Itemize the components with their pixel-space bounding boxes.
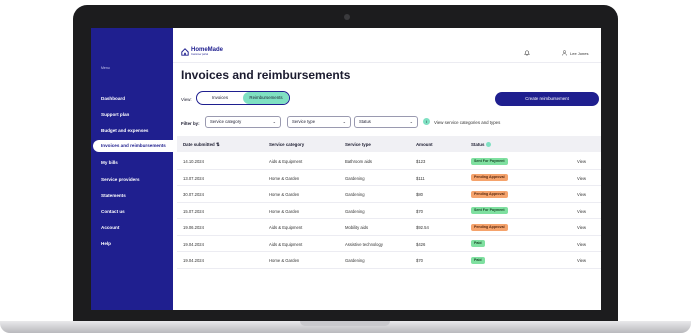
sidebar-item-budget[interactable]: Budget and expenses	[101, 128, 148, 133]
cell-date: 19.04.2024	[183, 258, 204, 263]
sidebar-item-my-bills[interactable]: My bills	[101, 160, 118, 165]
user-icon[interactable]	[562, 50, 567, 56]
header-amount: Amount	[416, 142, 433, 147]
cell-type: Assistive technology	[345, 241, 383, 247]
camera-icon	[344, 14, 350, 20]
sidebar-item-dashboard[interactable]: Dashboard	[101, 96, 125, 101]
row-divider	[177, 218, 601, 219]
row-divider	[177, 234, 601, 236]
toggle-reimbursements[interactable]: Reimbursements	[243, 92, 289, 104]
table-header	[177, 136, 601, 152]
user-name[interactable]: Lee Jones	[570, 51, 588, 56]
cell-category: Home & Garden	[269, 258, 300, 263]
cell-category: Aids & Equipment	[269, 159, 303, 164]
cell-category: Home & Garden	[269, 208, 300, 214]
info-icon[interactable]: i	[423, 118, 430, 125]
cell-amount: $92.54	[416, 225, 429, 230]
sidebar-menu-label: Menu	[101, 66, 110, 70]
cell-date: 19.06.2024	[183, 225, 204, 230]
cell-type: Gardening	[345, 258, 365, 263]
cell-date: 19.04.2024	[183, 241, 204, 247]
cell-category: Aids & Equipment	[269, 225, 303, 230]
cell-type: Gardening	[345, 175, 365, 181]
filter-status-label: Status	[359, 119, 371, 124]
sidebar-item-service-providers[interactable]: Service providers	[101, 177, 140, 182]
cell-amount: $426	[416, 241, 426, 247]
cell-amount: $111	[416, 175, 425, 181]
row-divider	[177, 185, 601, 186]
view-link[interactable]: View	[577, 192, 586, 197]
view-categories-link[interactable]: View service categories and types	[434, 120, 500, 125]
cell-category: Home & Garden	[269, 192, 300, 197]
cell-type: Mobility aids	[345, 225, 369, 230]
cell-date: 30.07.2024	[183, 192, 204, 197]
filter-status[interactable]: Status ⌄	[354, 116, 418, 128]
page-title: Invoices and reimbursements	[181, 68, 351, 82]
status-badge: Paid	[471, 240, 485, 247]
house-icon	[181, 47, 189, 56]
status-badge: Pending Approval	[471, 223, 508, 231]
status-badge: Pending Approval	[471, 174, 508, 181]
filter-label: Filter by:	[181, 121, 200, 126]
view-link[interactable]: View	[577, 242, 586, 247]
cell-amount: $80	[416, 192, 423, 197]
view-link[interactable]: View	[577, 258, 586, 263]
filter-service-category[interactable]: Service category ⌄	[205, 116, 281, 128]
sidebar-item-help[interactable]: Help	[101, 241, 111, 246]
sidebar-item-statements[interactable]: Statements	[101, 193, 126, 198]
view-link[interactable]: View	[577, 209, 586, 214]
row-divider	[177, 267, 601, 269]
laptop-base-notch	[300, 321, 390, 326]
header-service-type: Service type	[345, 142, 371, 147]
logo-subtext: Customer portal	[191, 53, 209, 56]
view-link[interactable]: View	[577, 225, 586, 230]
sidebar-item-invoices[interactable]: Invoices and reimbursements	[101, 143, 166, 148]
sort-icon[interactable]: ⇅	[216, 142, 220, 147]
status-badge: Sent For Payment	[471, 207, 508, 214]
cell-amount: $70	[416, 208, 423, 214]
cell-type: Gardening	[345, 192, 365, 197]
cell-type: Gardening	[345, 208, 365, 214]
cell-date: 13.07.2024	[183, 175, 204, 181]
cell-amount: $70	[416, 258, 423, 263]
cell-date: 15.07.2024	[183, 208, 204, 214]
sidebar-item-contact[interactable]: Contact us	[101, 209, 125, 214]
row-divider	[177, 168, 601, 170]
status-badge: Sent For Payment	[471, 157, 508, 165]
view-link[interactable]: View	[577, 176, 586, 181]
view-label: View:	[181, 97, 192, 102]
info-icon[interactable]	[486, 142, 492, 148]
sidebar-item-support-plan[interactable]: Support plan	[101, 112, 129, 117]
cell-category: Aids & Equipment	[269, 241, 303, 247]
chevron-down-icon: ⌄	[272, 119, 276, 124]
filter-service-type[interactable]: Service type ⌄	[287, 116, 351, 128]
header-service-category: Service category	[269, 142, 305, 147]
screen: Menu Dashboard Support plan Budget and e…	[91, 28, 601, 310]
filter-service-category-label: Service category	[210, 119, 242, 124]
chevron-down-icon: ⌄	[409, 119, 413, 124]
create-reimbursement-button[interactable]: Create reimbursement	[495, 92, 599, 106]
filter-service-type-label: Service type	[292, 119, 316, 124]
row-divider	[177, 201, 601, 203]
cell-type: Bathroom aids	[345, 159, 372, 164]
logo[interactable]: HomeMade Customer portal	[181, 47, 223, 56]
header-status: Status	[471, 142, 492, 148]
view-link[interactable]: View	[577, 159, 586, 164]
row-divider	[177, 251, 601, 252]
topbar-divider	[173, 62, 601, 63]
sidebar-item-account[interactable]: Account	[101, 225, 119, 230]
sidebar: Menu Dashboard Support plan Budget and e…	[91, 28, 173, 310]
cell-category: Home & Garden	[269, 175, 300, 181]
cell-amount: $123	[416, 159, 426, 164]
view-toggle: Invoices Reimbursements	[196, 91, 290, 105]
status-badge: Paid	[471, 256, 485, 264]
header-date-submitted[interactable]: Date submitted ⇅	[183, 142, 220, 148]
cell-date: 14.10.2024	[183, 159, 204, 164]
toggle-invoices[interactable]: Invoices	[197, 92, 243, 104]
main-content: HomeMade Customer portal Lee Jones Invoi…	[173, 28, 601, 310]
status-badge: Pending Approval	[471, 190, 508, 198]
chevron-down-icon: ⌄	[342, 119, 346, 124]
bell-icon[interactable]	[524, 49, 530, 56]
